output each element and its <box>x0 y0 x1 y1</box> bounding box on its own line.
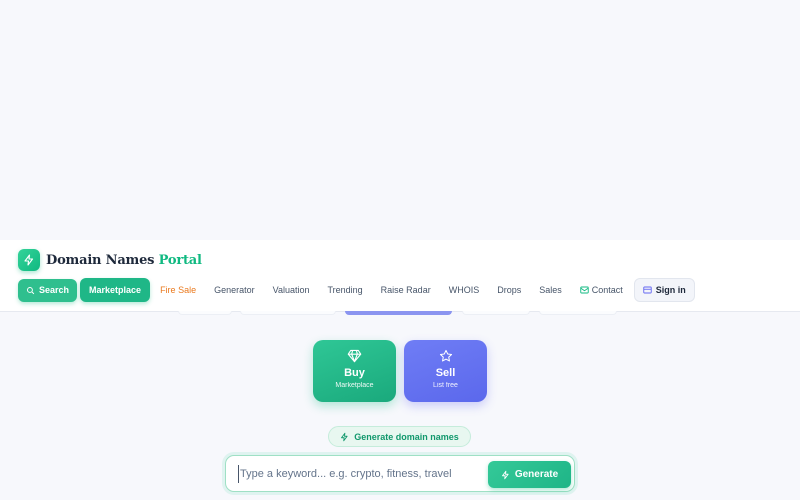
nav-link-contact[interactable]: Contact <box>571 278 632 302</box>
nav-link-valuation[interactable]: Valuation <box>264 278 319 302</box>
hidden-chip <box>462 311 530 315</box>
brand-name-accent: Portal <box>158 252 202 268</box>
brand-name: Domain Names Portal <box>46 253 202 268</box>
buy-card-title: Buy <box>344 367 365 379</box>
search-icon <box>27 286 35 294</box>
marketplace-button[interactable]: Marketplace <box>80 278 151 302</box>
hidden-chip <box>240 311 336 315</box>
brand[interactable]: Domain Names Portal <box>18 249 202 271</box>
nav-link-whois[interactable]: WHOIS <box>440 278 489 302</box>
search-button[interactable]: Search <box>18 278 78 302</box>
nav-link-generator[interactable]: Generator <box>205 278 264 302</box>
buy-card[interactable]: Buy Marketplace <box>313 340 396 402</box>
nav-link-sales[interactable]: Sales <box>530 278 571 302</box>
sign-in-button[interactable]: Sign in <box>633 278 695 302</box>
sell-card-title: Sell <box>435 367 456 379</box>
hidden-chip <box>345 311 452 315</box>
sell-card[interactable]: Sell List free <box>404 340 487 402</box>
generate-domain-names-pill[interactable]: Generate domain names <box>328 426 471 447</box>
lightning-icon <box>18 249 40 271</box>
search-button-label: Search <box>39 285 70 295</box>
generate-button-label: Generate <box>514 469 559 480</box>
brand-name-main: Domain Names <box>46 252 155 268</box>
lightning-icon <box>341 432 348 441</box>
sign-in-label: Sign in <box>655 285 686 295</box>
sell-card-subtitle: List free <box>433 382 458 389</box>
diamond-icon <box>347 349 362 363</box>
star-icon <box>439 349 453 363</box>
marketplace-button-label: Marketplace <box>89 285 142 295</box>
site-header: Domain Names Portal Search Marketplace F… <box>0 240 800 312</box>
mail-icon <box>580 286 589 294</box>
main-nav: Search Marketplace Fire Sale Generator V… <box>18 278 695 302</box>
keyword-search-box: Generate <box>225 455 575 492</box>
buy-card-subtitle: Marketplace <box>335 382 374 389</box>
contact-label: Contact <box>591 285 623 295</box>
nav-link-drops[interactable]: Drops <box>488 278 530 302</box>
nav-link-trending[interactable]: Trending <box>318 278 371 302</box>
hidden-chip <box>178 311 232 315</box>
generate-button[interactable]: Generate <box>488 461 571 488</box>
nav-link-raise-radar[interactable]: Raise Radar <box>372 278 440 302</box>
hidden-chip <box>539 311 617 315</box>
nav-link-fire-sale[interactable]: Fire Sale <box>151 278 205 302</box>
generate-pill-label: Generate domain names <box>354 431 459 442</box>
card-icon <box>643 286 652 294</box>
lightning-icon <box>501 470 509 479</box>
keyword-input[interactable] <box>238 465 483 483</box>
